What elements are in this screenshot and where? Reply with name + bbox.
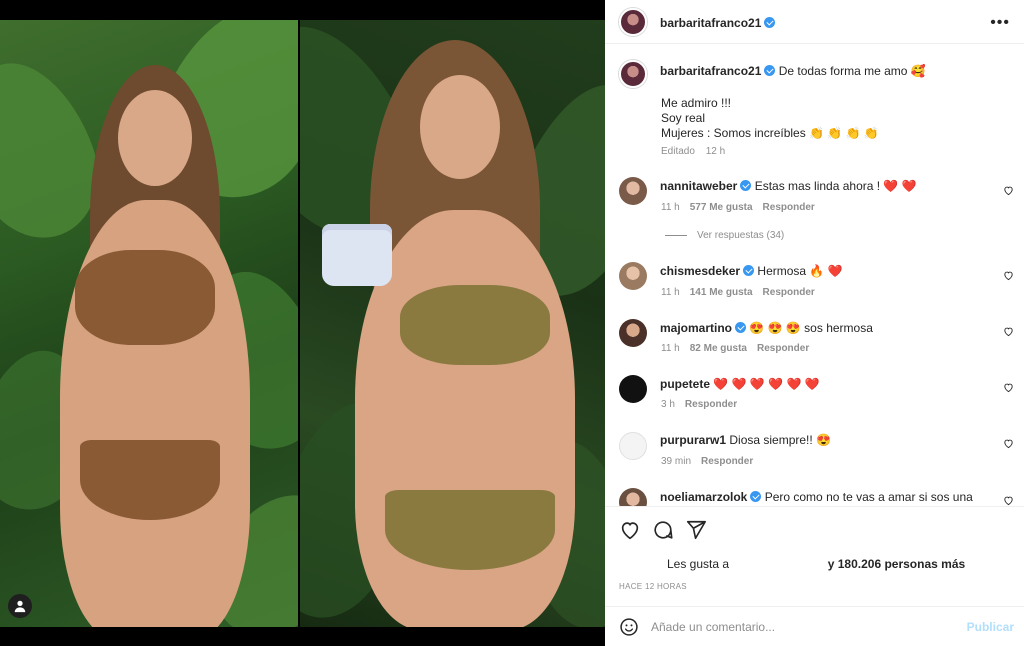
heart-icon[interactable] <box>1003 495 1014 506</box>
comment-meta: 11 h 577 Me gusta Responder <box>661 202 815 213</box>
more-options-icon[interactable]: ••• <box>990 14 1010 32</box>
comment-text: Pero como no te vas a amar si sos una <box>764 490 973 504</box>
comment-meta: 3 h Responder <box>661 399 737 410</box>
instagram-post-modal: barbaritafranco21 ••• barbaritafranco21 … <box>0 0 1024 646</box>
comment-input[interactable] <box>651 617 951 637</box>
comment-time[interactable]: 3 h <box>661 399 675 410</box>
reply-button[interactable]: Responder <box>685 399 737 410</box>
comment-time[interactable]: 11 h <box>661 343 680 354</box>
photo-after <box>300 20 605 627</box>
comment-username[interactable]: chismesdeker <box>660 264 740 278</box>
comment-likes[interactable]: 577 Me gusta <box>690 202 753 213</box>
share-icon[interactable] <box>685 519 707 541</box>
comment-meta: 11 h 82 Me gusta Responder <box>661 343 809 354</box>
comment-text: ❤️ ❤️ ❤️ ❤️ ❤️ ❤️ <box>713 377 820 391</box>
verified-badge-icon <box>764 17 776 28</box>
verified-badge-icon <box>735 322 747 333</box>
post-side-panel: barbaritafranco21 ••• barbaritafranco21 … <box>605 0 1024 646</box>
post-header: barbaritafranco21 ••• <box>605 0 1024 44</box>
post-media[interactable] <box>0 0 605 646</box>
caption-line: Me admiro !!! <box>661 96 732 110</box>
caption-meta: Editado 12 h <box>661 146 725 157</box>
reply-button[interactable]: Responder <box>757 343 809 354</box>
heart-icon[interactable] <box>1003 326 1014 337</box>
emoji-icon[interactable] <box>619 617 639 637</box>
owner-username[interactable]: barbaritafranco21 <box>660 16 776 30</box>
heart-icon[interactable] <box>1003 270 1014 281</box>
caption-username[interactable]: barbaritafranco21 <box>660 64 761 78</box>
comment-meta: 39 min Responder <box>661 456 753 467</box>
comment: noeliamarzolok Pero como no te vas a ama… <box>660 490 973 504</box>
verified-badge-icon <box>764 65 776 76</box>
reply-button[interactable]: Responder <box>701 456 753 467</box>
comment-username[interactable]: pupetete <box>660 377 710 391</box>
likes-count[interactable]: y 180.206 personas más <box>828 557 965 571</box>
add-comment-bar: Publicar <box>605 606 1024 646</box>
comment-username[interactable]: majomartino <box>660 321 732 335</box>
view-replies-button[interactable]: Ver respuestas (34) <box>665 230 784 241</box>
owner-avatar[interactable] <box>619 8 647 36</box>
comment-time[interactable]: 39 min <box>661 456 691 467</box>
verified-badge-icon <box>743 265 755 276</box>
photo-before <box>0 20 298 627</box>
user-tag-icon[interactable] <box>8 594 32 618</box>
heart-icon[interactable] <box>619 519 641 541</box>
comment-username[interactable]: purpurarw1 <box>660 433 726 447</box>
commenter-avatar[interactable] <box>619 262 647 290</box>
comment-meta: 11 h 141 Me gusta Responder <box>661 287 815 298</box>
commenter-avatar[interactable] <box>619 319 647 347</box>
comment: pupetete ❤️ ❤️ ❤️ ❤️ ❤️ ❤️ <box>660 377 820 391</box>
commenter-avatar[interactable] <box>619 177 647 205</box>
caption-first-line: De todas forma me amo 🥰 <box>778 64 926 78</box>
commenter-avatar[interactable] <box>619 375 647 403</box>
cream-jar <box>322 224 392 286</box>
publish-button[interactable]: Publicar <box>967 620 1014 634</box>
comment-time[interactable]: 11 h <box>661 202 680 213</box>
comment-likes[interactable]: 141 Me gusta <box>690 287 753 298</box>
heart-icon[interactable] <box>1003 438 1014 449</box>
comment-username[interactable]: noeliamarzolok <box>660 490 747 504</box>
comment-text: 😍 😍 😍 sos hermosa <box>749 321 873 335</box>
reply-button[interactable]: Responder <box>763 202 815 213</box>
verified-badge-icon <box>740 180 752 191</box>
caption-header: barbaritafranco21 De todas forma me amo … <box>660 64 926 78</box>
caption-avatar[interactable] <box>619 60 647 88</box>
comment-text: Estas mas linda ahora ! ❤️ ❤️ <box>754 179 917 193</box>
likes-prefix: Les gusta a <box>667 557 730 571</box>
commenter-avatar[interactable] <box>619 432 647 460</box>
edited-label: Editado <box>661 146 695 157</box>
comment-time[interactable]: 11 h <box>661 287 680 298</box>
comment-icon[interactable] <box>652 519 674 541</box>
comment: chismesdeker Hermosa 🔥 ❤️ <box>660 264 843 278</box>
comment-username[interactable]: nannitaweber <box>660 179 737 193</box>
comment-likes[interactable]: 82 Me gusta <box>690 343 747 354</box>
heart-icon[interactable] <box>1003 185 1014 196</box>
post-actions: Les gusta a y 180.206 personas más HACE … <box>605 506 1024 606</box>
comment-text: Diosa siempre!! 😍 <box>729 433 831 447</box>
verified-badge-icon <box>750 491 762 502</box>
comment-text: Hermosa 🔥 ❤️ <box>757 264 843 278</box>
commenter-avatar[interactable] <box>619 488 647 506</box>
comments-list[interactable]: barbaritafranco21 De todas forma me amo … <box>605 44 1024 506</box>
caption-line: Soy real <box>661 111 706 125</box>
comment: nannitaweber Estas mas linda ahora ! ❤️ … <box>660 179 917 193</box>
comment: purpurarw1 Diosa siempre!! 😍 <box>660 433 831 447</box>
caption-line: Mujeres : Somos increíbles 👏 👏 👏 👏 <box>661 126 879 140</box>
caption-time[interactable]: 12 h <box>706 146 725 157</box>
comment: majomartino 😍 😍 😍 sos hermosa <box>660 321 873 335</box>
heart-icon[interactable] <box>1003 382 1014 393</box>
likes-summary[interactable]: Les gusta a y 180.206 personas más <box>667 557 965 571</box>
reply-button[interactable]: Responder <box>763 287 815 298</box>
post-time-ago[interactable]: HACE 12 HORAS <box>619 582 687 591</box>
